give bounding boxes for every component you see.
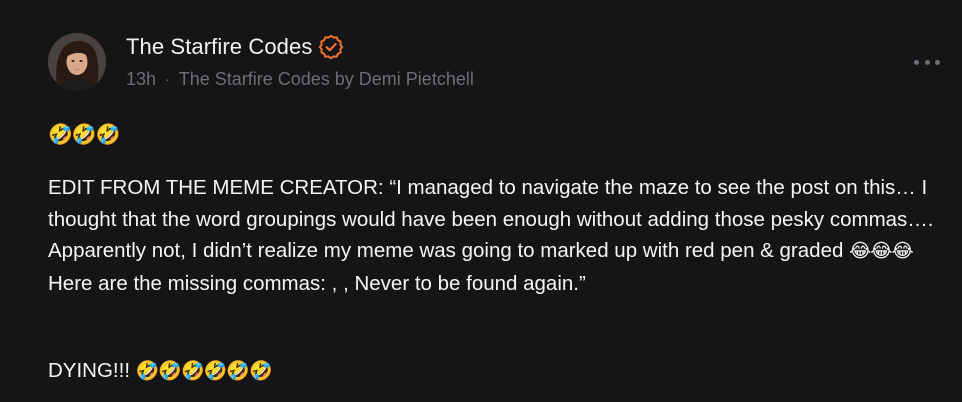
dying-text: DYING!!! bbox=[48, 359, 136, 382]
post-body-text-end: Here are the missing commas: , , Never t… bbox=[48, 271, 586, 295]
post-closing-line: DYING!!! 🤣🤣🤣🤣🤣🤣 bbox=[48, 355, 273, 387]
author-avatar[interactable] bbox=[48, 33, 106, 91]
more-dot bbox=[924, 59, 930, 65]
laughing-emoji: 😂😂😂 bbox=[849, 241, 914, 262]
verified-badge-icon bbox=[318, 34, 344, 60]
author-name[interactable]: The Starfire Codes bbox=[126, 34, 312, 60]
post-body-text: EDIT FROM THE MEME CREATOR: “I managed t… bbox=[48, 176, 934, 262]
post-meta: 13h · The Starfire Codes by Demi Pietche… bbox=[126, 66, 474, 92]
post-time[interactable]: 13h bbox=[126, 69, 156, 90]
meta-separator: · bbox=[165, 71, 170, 87]
emoji-line: 🤣🤣🤣 bbox=[48, 124, 121, 146]
more-dot bbox=[935, 59, 940, 65]
publication-name[interactable]: The Starfire Codes by Demi Pietchell bbox=[179, 69, 474, 90]
more-dot bbox=[914, 59, 919, 65]
post-body: EDIT FROM THE MEME CREATOR: “I managed t… bbox=[48, 172, 943, 299]
author-header: The Starfire Codes bbox=[126, 32, 344, 62]
post-card: The Starfire Codes 13h · The Starfire Co… bbox=[0, 0, 962, 402]
rofl-emoji: 🤣🤣🤣🤣🤣🤣 bbox=[135, 361, 273, 382]
avatar-image bbox=[48, 33, 106, 91]
more-options-icon[interactable] bbox=[914, 54, 940, 70]
